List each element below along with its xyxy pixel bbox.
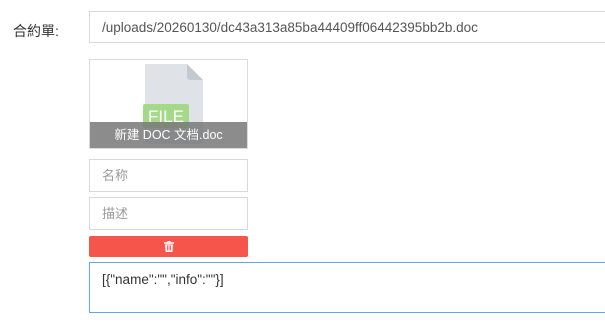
file-name-caption: 新建 DOC 文档.doc	[90, 122, 247, 148]
file-path-input[interactable]	[89, 11, 605, 43]
file-preview-card[interactable]: FILE 新建 DOC 文档.doc	[89, 59, 248, 149]
contract-form: 合約單: FILE 新建 DOC 文档.doc [{"name":"","inf…	[0, 0, 605, 323]
json-textarea[interactable]: [{"name":"","info":""}]	[89, 262, 605, 313]
delete-button[interactable]	[89, 236, 248, 257]
contract-label: 合約單:	[13, 23, 59, 39]
name-input[interactable]	[89, 159, 248, 192]
trash-icon	[163, 241, 174, 252]
description-input[interactable]	[89, 197, 248, 230]
